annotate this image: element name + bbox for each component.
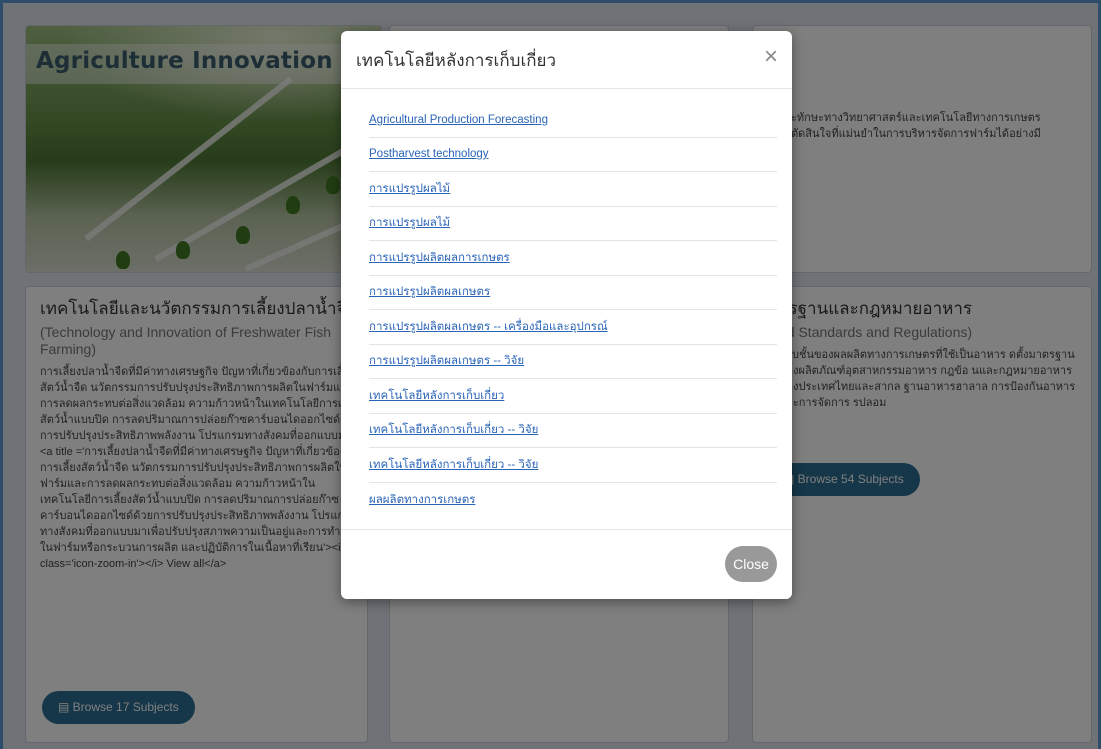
subject-link[interactable]: การแปรรูปผลิตผลเกษตร bbox=[369, 283, 490, 301]
subject-link[interactable]: ผลผลิตทางการเกษตร bbox=[369, 491, 475, 509]
subject-link[interactable]: การแปรรูปผลไม้ bbox=[369, 214, 450, 232]
subject-link[interactable]: การแปรรูปผลิตผลเกษตร -- เครื่องมือและอุป… bbox=[369, 318, 608, 336]
subject-link-list: Agricultural Production Forecasting Post… bbox=[341, 89, 792, 517]
list-item: ผลผลิตทางการเกษตร bbox=[369, 483, 777, 518]
close-icon[interactable]: × bbox=[764, 45, 778, 69]
subject-link[interactable]: การแปรรูปผลิตผลการเกษตร bbox=[369, 249, 510, 267]
list-item: การแปรรูปผลิตผลเกษตร -- วิจัย bbox=[369, 345, 777, 379]
subject-link[interactable]: การแปรรูปผลไม้ bbox=[369, 180, 450, 198]
subject-link[interactable]: เทคโนโลยีหลังการเก็บเกี่ยว -- วิจัย bbox=[369, 421, 538, 439]
subjects-modal: เทคโนโลยีหลังการเก็บเกี่ยว × Agricultura… bbox=[341, 31, 792, 599]
subject-link[interactable]: Agricultural Production Forecasting bbox=[369, 114, 548, 126]
list-item: เทคโนโลยีหลังการเก็บเกี่ยว -- วิจัย bbox=[369, 414, 777, 448]
list-item: การแปรรูปผลิตผลเกษตร bbox=[369, 276, 777, 310]
subject-link[interactable]: การแปรรูปผลิตผลเกษตร -- วิจัย bbox=[369, 352, 524, 370]
modal-footer: Close bbox=[341, 529, 792, 599]
list-item: การแปรรูปผลไม้ bbox=[369, 207, 777, 241]
list-item: การแปรรูปผลไม้ bbox=[369, 172, 777, 207]
list-item: Agricultural Production Forecasting bbox=[369, 103, 777, 138]
list-item: เทคโนโลยีหลังการเก็บเกี่ยว bbox=[369, 379, 777, 414]
list-item: Postharvest technology bbox=[369, 138, 777, 172]
close-button[interactable]: Close bbox=[725, 546, 777, 582]
list-item: เทคโนโลยีหลังการเก็บเกี่ยว -- วิจัย bbox=[369, 448, 777, 483]
list-item: การแปรรูปผลิตผลการเกษตร bbox=[369, 241, 777, 276]
list-item: การแปรรูปผลิตผลเกษตร -- เครื่องมือและอุป… bbox=[369, 310, 777, 345]
subject-link[interactable]: Postharvest technology bbox=[369, 148, 489, 160]
subject-link[interactable]: เทคโนโลยีหลังการเก็บเกี่ยว -- วิจัย bbox=[369, 456, 538, 474]
modal-header: เทคโนโลยีหลังการเก็บเกี่ยว × bbox=[341, 31, 792, 89]
modal-title: เทคโนโลยีหลังการเก็บเกี่ยว bbox=[356, 51, 557, 71]
subject-link[interactable]: เทคโนโลยีหลังการเก็บเกี่ยว bbox=[369, 387, 504, 405]
